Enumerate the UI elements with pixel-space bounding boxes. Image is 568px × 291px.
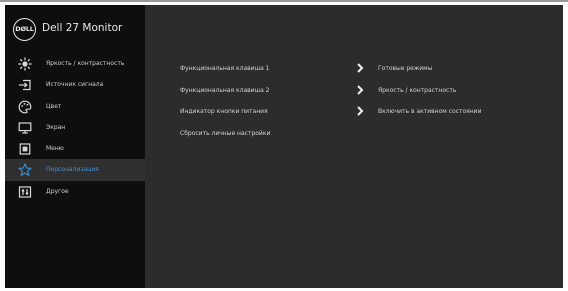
dell-logo: DØLL bbox=[13, 18, 36, 41]
sidebar-item-label: Персонализация bbox=[46, 166, 99, 174]
option-row-reset-personalization[interactable]: Сбросить личные настройки bbox=[145, 130, 563, 142]
input-source-icon bbox=[18, 78, 32, 92]
option-label: Функциональная клавиша 2 bbox=[180, 87, 270, 94]
menu-icon bbox=[18, 142, 32, 156]
option-row-power-button-led[interactable]: Индикатор кнопки питания Включить в акти… bbox=[145, 106, 563, 120]
sidebar-item-personalize[interactable]: Персонализация bbox=[5, 159, 145, 181]
option-label: Функциональная клавиша 1 bbox=[180, 65, 270, 72]
option-row-shortcut-key-1[interactable]: Функциональная клавиша 1 Готовые режимы bbox=[145, 63, 563, 77]
chevron-right-icon bbox=[357, 63, 364, 73]
option-value: Включить в активном состоянии bbox=[378, 108, 482, 115]
sidebar-item-color[interactable]: Цвет bbox=[5, 96, 145, 117]
personalize-panel: Функциональная клавиша 1 Готовые режимы … bbox=[145, 5, 563, 288]
osd-header: DØLL Dell 27 Monitor bbox=[5, 5, 145, 48]
option-value: Яркость / контрастность bbox=[378, 87, 457, 94]
chevron-right-icon bbox=[357, 85, 364, 95]
others-icon bbox=[18, 185, 32, 199]
top-divider bbox=[0, 0, 568, 2]
chevron-right-icon bbox=[357, 106, 364, 116]
sidebar-item-label: Источник сигнала bbox=[46, 81, 104, 89]
sidebar-item-menu[interactable]: Меню bbox=[5, 138, 145, 159]
sidebar-item-input-source[interactable]: Источник сигнала bbox=[5, 74, 145, 95]
option-label: Индикатор кнопки питания bbox=[180, 108, 268, 115]
sidebar-item-label: Другое bbox=[46, 187, 69, 195]
monitor-title: Dell 27 Monitor bbox=[42, 22, 123, 34]
monitor-osd: DØLL Dell 27 Monitor Яркость / контрастн… bbox=[5, 5, 563, 288]
star-icon bbox=[18, 163, 32, 177]
main-menu: Яркость / контрастность Источник сигнала bbox=[5, 53, 145, 202]
sidebar-item-label: Меню bbox=[46, 145, 64, 153]
sidebar-item-display[interactable]: Экран bbox=[5, 117, 145, 138]
sidebar-item-others[interactable]: Другое bbox=[5, 181, 145, 202]
option-label: Сбросить личные настройки bbox=[180, 130, 271, 137]
display-icon bbox=[18, 121, 32, 135]
sidebar: DØLL Dell 27 Monitor Яркость / контрастн… bbox=[5, 5, 145, 288]
option-value: Готовые режимы bbox=[378, 65, 433, 72]
color-palette-icon bbox=[18, 100, 32, 114]
brightness-icon bbox=[18, 57, 32, 71]
option-row-shortcut-key-2[interactable]: Функциональная клавиша 2 Яркость / контр… bbox=[145, 85, 563, 99]
sidebar-item-label: Яркость / контрастность bbox=[46, 60, 125, 67]
sidebar-item-label: Цвет bbox=[46, 102, 62, 110]
sidebar-item-label: Экран bbox=[46, 123, 66, 131]
sidebar-item-brightness-contrast[interactable]: Яркость / контрастность bbox=[5, 53, 145, 74]
